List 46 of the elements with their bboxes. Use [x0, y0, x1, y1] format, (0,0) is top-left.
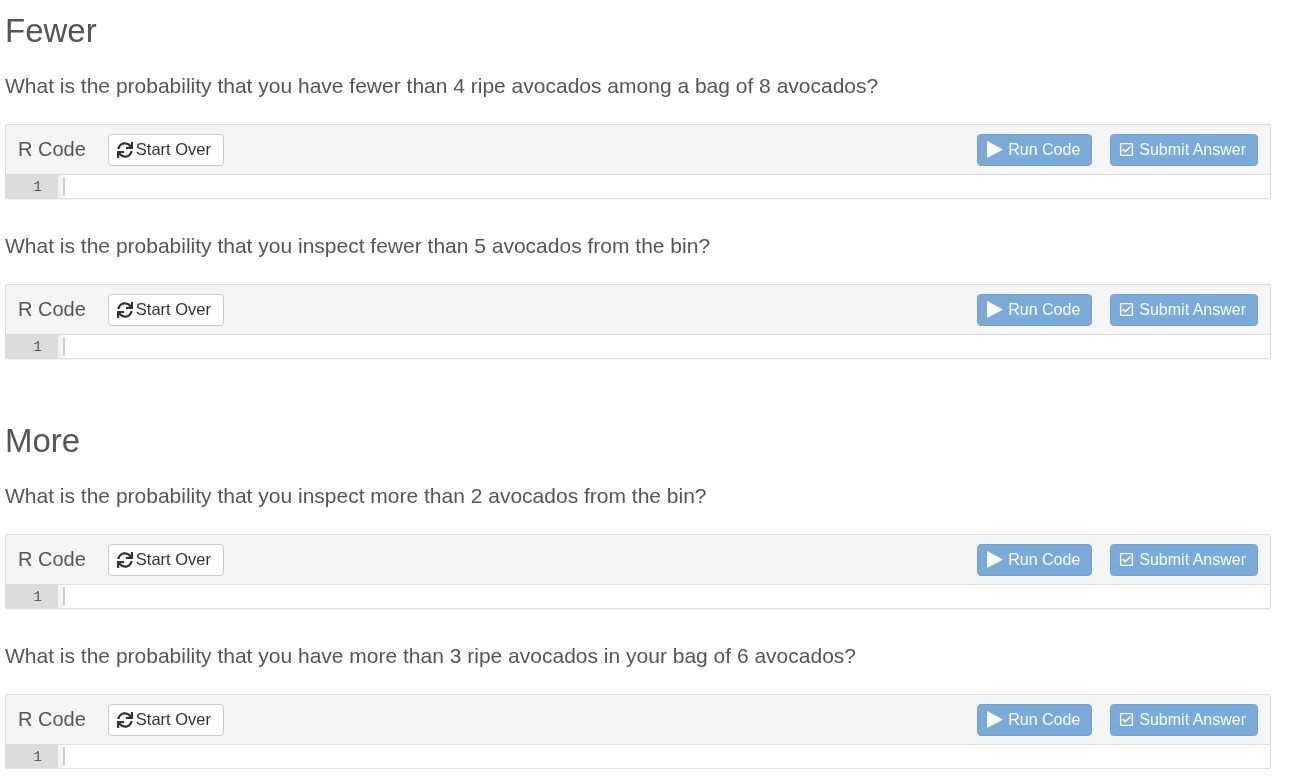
- checkbox-icon: [1119, 142, 1135, 157]
- checkbox-icon: [1119, 552, 1135, 567]
- start-over-button[interactable]: Start Over: [107, 133, 224, 166]
- question-text: What is the probability that you inspect more than 2 avocados from the bin?: [5, 483, 708, 509]
- start-over-button[interactable]: Start Over: [107, 543, 224, 576]
- line-number: 1: [6, 745, 63, 768]
- section-heading: More: [5, 423, 82, 459]
- code-editor[interactable]: [63, 585, 1270, 608]
- submit-answer-button[interactable]: Submit Answer: [1110, 703, 1258, 736]
- run-code-button[interactable]: Run Code: [977, 703, 1093, 736]
- section-heading: Fewer: [5, 13, 98, 49]
- cursor-icon: [63, 337, 65, 356]
- cursor-icon: [63, 177, 65, 196]
- refresh-icon: [116, 711, 133, 728]
- start-over-button[interactable]: Start Over: [107, 293, 224, 326]
- run-code-button[interactable]: Run Code: [977, 293, 1093, 326]
- cursor-icon: [63, 747, 65, 766]
- submit-answer-button[interactable]: Submit Answer: [1110, 543, 1258, 576]
- code-editor[interactable]: [63, 335, 1270, 358]
- play-icon: [986, 711, 1004, 728]
- code-editor[interactable]: [63, 175, 1270, 198]
- play-icon: [986, 141, 1004, 158]
- code-editor[interactable]: [63, 745, 1270, 768]
- panel-label: R Code: [18, 708, 86, 731]
- run-code-button[interactable]: Run Code: [977, 133, 1093, 166]
- checkbox-icon: [1119, 712, 1135, 727]
- panel-label: R Code: [18, 298, 86, 321]
- panel-label: R Code: [18, 548, 86, 571]
- question-text: What is the probability that you inspect fewer than 5 avocados from the bin?: [5, 233, 712, 259]
- play-icon: [986, 301, 1004, 318]
- submit-answer-button[interactable]: Submit Answer: [1110, 133, 1258, 166]
- panel-label: R Code: [18, 138, 86, 161]
- question-text: What is the probability that you have fewer than 4 ripe avocados among a bag of 8 avocados?: [5, 73, 880, 99]
- start-over-button[interactable]: Start Over: [107, 703, 224, 736]
- checkbox-icon: [1119, 302, 1135, 317]
- submit-answer-button[interactable]: Submit Answer: [1110, 293, 1258, 326]
- refresh-icon: [116, 141, 133, 158]
- line-number: 1: [6, 175, 63, 198]
- run-code-button[interactable]: Run Code: [977, 543, 1093, 576]
- refresh-icon: [116, 551, 133, 568]
- question-text: What is the probability that you have more than 3 ripe avocados in your bag of 6 avocados?: [5, 643, 857, 669]
- line-number: 1: [6, 585, 63, 608]
- cursor-icon: [63, 587, 65, 606]
- refresh-icon: [116, 301, 133, 318]
- line-number: 1: [6, 335, 63, 358]
- play-icon: [986, 551, 1004, 568]
